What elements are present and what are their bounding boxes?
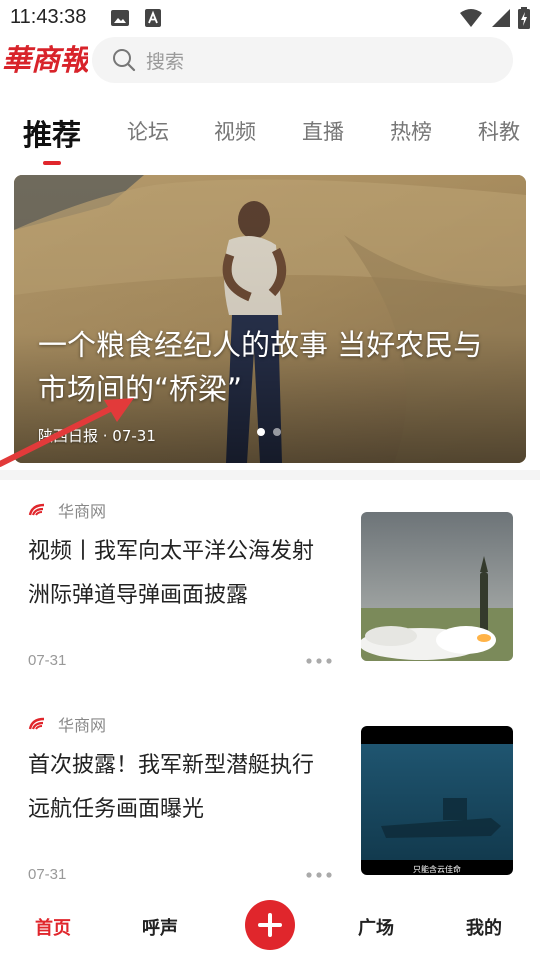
thumb-caption: 只能含云佳命 <box>413 864 461 874</box>
section-divider <box>0 470 540 480</box>
search-icon <box>113 49 136 72</box>
bottom-navigation: 首页 呼声 广场 我的 <box>0 892 540 960</box>
search-bar[interactable]: 搜索 <box>92 37 513 83</box>
news-title: 视频丨我军向太平洋公海发射洲际弹道导弹画面披露 <box>28 539 315 608</box>
active-tab-indicator <box>43 161 61 165</box>
status-bar: 11:43:38 <box>0 0 540 36</box>
news-source: 华商网 <box>28 498 106 522</box>
app-logo: 華商報 <box>0 38 93 80</box>
nav-home[interactable]: 首页 <box>35 914 71 940</box>
pagination-dot-2 <box>273 428 281 436</box>
news-title: 首次披露！我军新型潜艇执行远航任务画面曝光 <box>28 753 315 822</box>
missile-launch-image <box>361 512 513 661</box>
news-item[interactable]: 华商网 首次披露！我军新型潜艇执行远航任务画面曝光 07-31 只能含云佳命 <box>0 694 540 904</box>
annotation-arrow-icon <box>0 398 134 467</box>
pagination-dot-1 <box>257 428 265 436</box>
source-logo-icon <box>28 717 45 730</box>
nav-voice[interactable]: 呼声 <box>142 914 178 940</box>
news-date: 07-31 <box>28 652 67 669</box>
plus-icon <box>258 913 282 937</box>
status-time: 11:43:38 <box>10 6 87 28</box>
news-date: 07-31 <box>28 866 67 883</box>
nav-square[interactable]: 广场 <box>358 914 394 940</box>
tab-science[interactable]: 科教 <box>478 116 520 146</box>
news-source: 华商网 <box>28 712 106 736</box>
a-icon <box>145 9 161 27</box>
tab-live[interactable]: 直播 <box>302 116 344 146</box>
banner-pagination <box>257 428 281 436</box>
search-placeholder: 搜索 <box>146 50 185 73</box>
more-options-icon[interactable] <box>306 658 332 664</box>
add-post-button[interactable] <box>245 900 295 950</box>
nav-mine[interactable]: 我的 <box>466 914 502 940</box>
tab-forum[interactable]: 论坛 <box>127 116 169 146</box>
battery-icon <box>518 7 530 29</box>
news-item[interactable]: 华商网 视频丨我军向太平洋公海发射洲际弹道导弹画面披露 07-31 <box>0 480 540 690</box>
tab-recommend[interactable]: 推荐 <box>23 112 81 154</box>
source-name: 华商网 <box>58 502 107 521</box>
source-logo-icon <box>28 503 45 516</box>
more-options-icon[interactable] <box>306 872 332 878</box>
tab-hot-list[interactable]: 热榜 <box>390 116 432 146</box>
category-tabs: 推荐 论坛 视频 直播 热榜 科教 <box>0 100 540 170</box>
source-name: 华商网 <box>58 716 107 735</box>
image-icon <box>111 10 129 26</box>
wifi-icon <box>460 9 482 27</box>
svg-text:華商報: 華商報 <box>2 43 88 77</box>
submarine-image: 只能含云佳命 <box>361 726 513 875</box>
tab-video[interactable]: 视频 <box>214 116 256 146</box>
signal-icon <box>492 9 510 27</box>
